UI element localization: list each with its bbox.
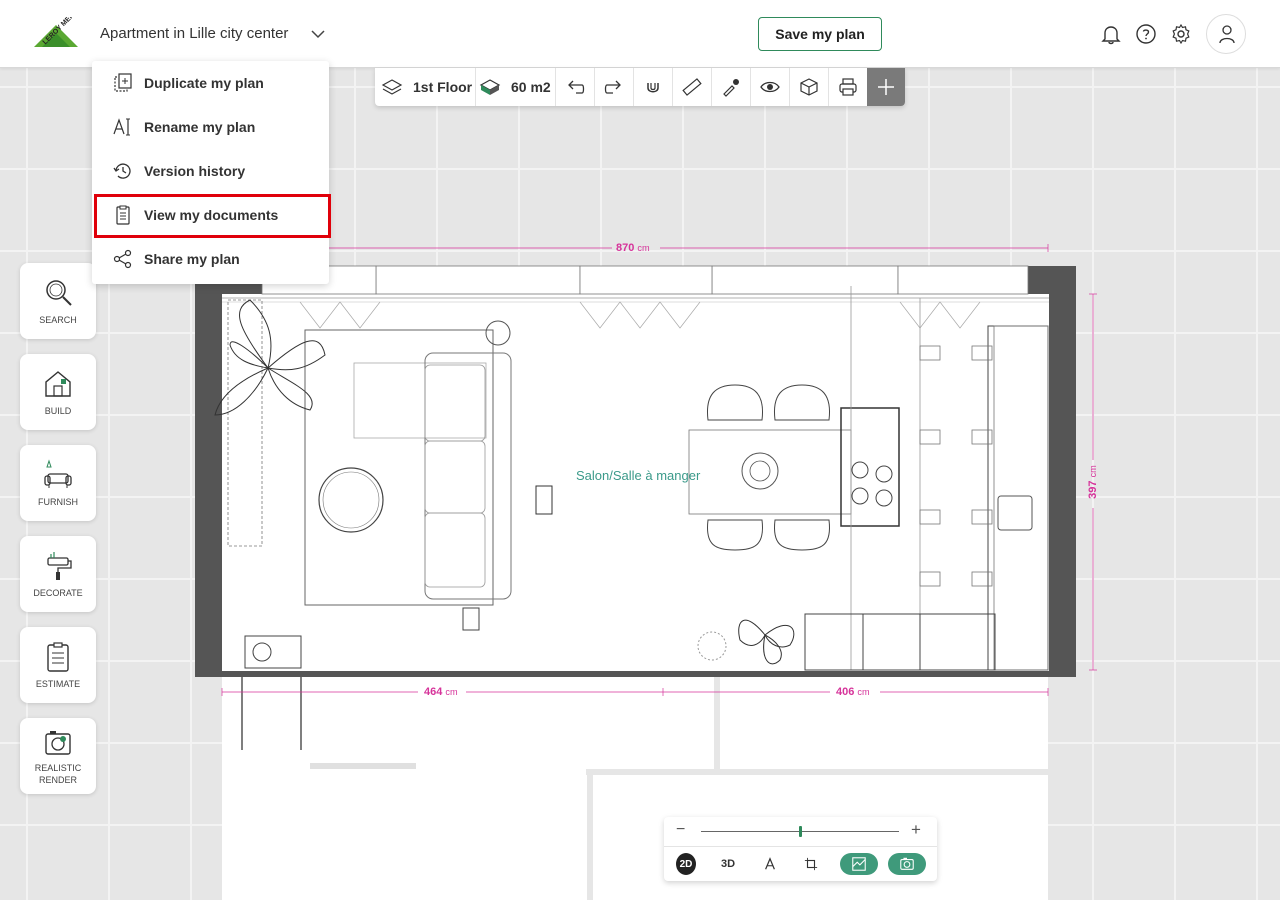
menu-item-share[interactable]: Share my plan (92, 237, 329, 281)
menu-item-view-documents[interactable]: View my documents (92, 193, 329, 237)
3d-object-button[interactable] (798, 68, 820, 106)
plan-title[interactable]: Apartment in Lille city center (100, 25, 288, 42)
frame-icon (804, 857, 818, 871)
menu-item-label: Duplicate my plan (144, 75, 264, 91)
sidebar-build[interactable]: BUILD (20, 354, 96, 430)
floor-icon (381, 79, 403, 95)
menu-item-label: View my documents (144, 207, 279, 223)
menu-item-duplicate[interactable]: Duplicate my plan (92, 61, 329, 105)
bell-icon[interactable] (1099, 22, 1123, 46)
compass-button[interactable] (760, 853, 780, 875)
share-icon (113, 249, 132, 269)
redo-button[interactable] (603, 68, 625, 106)
sidebar-furnish[interactable]: FURNISH (20, 445, 96, 521)
menu-item-label: Rename my plan (144, 119, 256, 135)
paint-roller-icon (47, 552, 72, 580)
menu-item-label: Version history (144, 163, 246, 179)
camera-icon (45, 731, 71, 755)
sidebar-search[interactable]: SEARCH (20, 263, 96, 339)
dimension-bottom-left[interactable]: 464 cm (424, 686, 458, 698)
ruler-icon (682, 78, 702, 96)
room-label[interactable]: Salon/Salle à manger (576, 468, 700, 483)
print-button[interactable] (837, 68, 859, 106)
sofa-icon (44, 459, 72, 488)
zoom-panel: − + 2D 3D (664, 817, 937, 881)
camera-icon (900, 857, 914, 870)
gear-icon[interactable] (1169, 22, 1193, 46)
duplicate-icon (114, 73, 132, 92)
floor-label: 1st Floor (413, 79, 473, 95)
redo-icon (604, 80, 621, 94)
expand-icon (852, 857, 866, 871)
cube-icon (800, 78, 818, 96)
print-icon (839, 78, 857, 96)
fit-view-button[interactable] (801, 853, 821, 875)
add-button[interactable] (867, 68, 905, 106)
menu-item-version-history[interactable]: Version history (92, 149, 329, 193)
documents-icon (116, 205, 130, 225)
area-icon (479, 79, 501, 95)
sidebar-estimate[interactable]: ESTIMATE (20, 627, 96, 703)
zoom-slider-handle[interactable] (798, 826, 802, 837)
plan-options-menu: Duplicate my plan Rename my plan Version… (92, 61, 329, 284)
magnet-button[interactable] (642, 68, 664, 106)
dimension-top[interactable]: 870 cm (616, 242, 650, 254)
sidebar-decorate[interactable]: DECORATE (20, 536, 96, 612)
ruler-button[interactable] (681, 68, 703, 106)
visibility-button[interactable] (759, 68, 781, 106)
eyedropper-icon (723, 79, 739, 97)
house-icon (45, 371, 71, 397)
sidebar-label: ESTIMATE (35, 679, 81, 689)
plan-toolbar: 1st Floor 60 m2 (375, 68, 905, 106)
save-plan-button[interactable]: Save my plan (758, 17, 882, 51)
leroy-merlin-logo[interactable]: LEROY MERLIN (32, 17, 80, 49)
sidebar-realistic-render[interactable]: REALISTIC RENDER (20, 718, 96, 794)
dimension-side[interactable]: 397 cm (1087, 465, 1099, 499)
search-icon (46, 280, 72, 306)
lower-room-right (717, 677, 1048, 772)
undo-icon (568, 80, 585, 94)
zoom-in-button[interactable]: + (911, 820, 921, 840)
plus-icon (878, 79, 894, 95)
rename-icon (113, 118, 130, 136)
clipboard-icon (47, 642, 69, 672)
menu-item-rename[interactable]: Rename my plan (92, 105, 329, 149)
view-2d-button[interactable]: 2D (676, 853, 696, 875)
user-avatar[interactable] (1206, 14, 1246, 54)
history-icon (113, 163, 131, 179)
chevron-down-icon[interactable] (309, 26, 327, 42)
menu-item-label: Share my plan (144, 251, 240, 267)
compass-icon (765, 857, 775, 870)
screenshot-button[interactable] (888, 853, 926, 875)
area-display[interactable]: 60 m2 (479, 68, 551, 106)
sidebar-label: SEARCH (39, 315, 77, 325)
sidebar-label: BUILD (44, 406, 72, 416)
eye-icon (760, 81, 780, 93)
magnet-icon (647, 83, 659, 93)
undo-button[interactable] (564, 68, 586, 106)
help-icon[interactable] (1134, 22, 1158, 46)
user-icon (1219, 25, 1235, 44)
zoom-out-button[interactable]: − (676, 821, 685, 839)
eyedropper-button[interactable] (720, 68, 742, 106)
sidebar-label: DECORATE (33, 588, 83, 598)
floor-selector[interactable]: 1st Floor (381, 68, 472, 106)
view-3d-button[interactable]: 3D (717, 853, 739, 875)
app-header: LEROY MERLIN Apartment in Lille city cen… (0, 0, 1280, 68)
sidebar-label: REALISTIC RENDER (34, 763, 82, 785)
fullscreen-button[interactable] (840, 853, 878, 875)
dimension-bottom-right[interactable]: 406 cm (836, 686, 870, 698)
area-label: 60 m2 (511, 79, 551, 95)
sidebar-label: FURNISH (38, 497, 78, 507)
